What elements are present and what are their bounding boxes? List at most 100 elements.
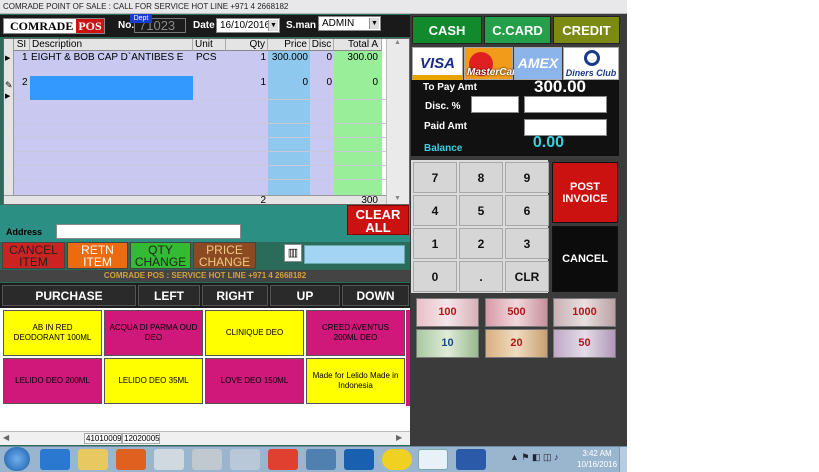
dept-badge[interactable]: Dept — [130, 14, 152, 23]
remote-desktop-icon[interactable] — [306, 449, 336, 470]
header-price: Price — [268, 39, 310, 51]
visa-card-icon[interactable]: VISA — [412, 47, 463, 80]
header-unit: Unit — [193, 39, 226, 51]
salesman-label: S.man — [286, 20, 317, 31]
horizontal-scrollbar[interactable]: ◀ ▶ — [0, 431, 410, 445]
footer-total: 300 — [361, 195, 378, 205]
header-disc: Disc — [310, 39, 334, 51]
cash-button[interactable]: CASH — [412, 16, 482, 44]
mastercard-icon[interactable]: MasterCard — [464, 47, 522, 80]
cancel-button[interactable]: CANCEL — [552, 226, 618, 292]
clock-time: 3:42 AM — [582, 449, 612, 458]
up-button[interactable]: UP — [270, 285, 340, 306]
clear-all-button[interactable]: CLEAR ALL — [347, 205, 409, 235]
note-10[interactable]: 10 — [416, 329, 479, 358]
note-100[interactable]: 100 — [416, 298, 479, 327]
product-button[interactable]: CLINIQUE DEO — [205, 310, 304, 356]
status-code: 41010009 — [84, 433, 122, 444]
status-code: 12020005 — [122, 433, 160, 444]
product-button[interactable]: AB IN RED DEODORANT 100ML — [3, 310, 102, 356]
header-qty: Qty — [226, 39, 268, 51]
left-button[interactable]: LEFT — [138, 285, 200, 306]
clock[interactable]: 3:42 AM 10/16/2016 — [577, 448, 617, 470]
credit-button[interactable]: CREDIT — [553, 16, 620, 44]
purchase-button[interactable]: PURCHASE — [2, 285, 136, 306]
grid-scrollbar[interactable]: ▲ ▼ — [386, 39, 409, 204]
sticky-app-icon[interactable] — [382, 449, 412, 470]
key-0[interactable]: 0 — [413, 261, 457, 292]
app-icon[interactable] — [268, 449, 298, 470]
clock-date: 10/16/2016 — [577, 460, 618, 469]
start-button[interactable] — [4, 447, 30, 471]
grid-footer — [4, 195, 386, 204]
salesman-select[interactable]: ADMIN ▼ — [318, 16, 381, 31]
qty-change-button[interactable]: QTY CHANGE — [130, 242, 191, 269]
scroll-right-icon[interactable]: ▶ — [396, 433, 402, 442]
key-3[interactable]: 3 — [505, 228, 549, 259]
product-button[interactable]: LOVE DEO 150ML — [205, 358, 304, 404]
teamviewer-icon[interactable] — [344, 449, 374, 470]
address-input[interactable] — [56, 224, 241, 239]
key-dot[interactable]: . — [459, 261, 503, 292]
disc-input[interactable] — [471, 96, 519, 113]
key-9[interactable]: 9 — [505, 162, 549, 193]
word-icon[interactable] — [456, 449, 486, 470]
down-button[interactable]: DOWN — [342, 285, 409, 306]
scroll-left-icon[interactable]: ◀ — [3, 433, 9, 442]
show-desktop-button[interactable] — [619, 447, 627, 472]
media-player-icon[interactable] — [116, 449, 146, 470]
scroll-down-icon[interactable]: ▼ — [394, 195, 401, 202]
note-50[interactable]: 50 — [553, 329, 616, 358]
note-20[interactable]: 20 — [485, 329, 548, 358]
tray-icons[interactable]: ▲ ⚑ ◧ ◫ ♪ — [510, 452, 559, 463]
to-pay-value: 300.00 — [534, 77, 586, 96]
date-label: Date — [193, 20, 215, 31]
barcode-icon[interactable]: ▥ — [284, 244, 302, 262]
key-clr[interactable]: CLR — [505, 261, 549, 292]
key-1[interactable]: 1 — [413, 228, 457, 259]
note-500[interactable]: 500 — [485, 298, 548, 327]
notepad-icon[interactable] — [230, 449, 260, 470]
cell-si: 1 — [22, 52, 28, 63]
disc-amount-input[interactable] — [524, 96, 607, 113]
chrome-icon[interactable] — [154, 449, 184, 470]
key-7[interactable]: 7 — [413, 162, 457, 193]
diners-club-icon[interactable]: Diners Club — [563, 47, 619, 80]
footer-qty: 2 — [260, 195, 266, 205]
key-8[interactable]: 8 — [459, 162, 503, 193]
retn-item-button[interactable]: RETN ITEM — [67, 242, 128, 269]
product-button[interactable]: CREED AVENTUS 200ML DEO — [306, 310, 405, 356]
product-button[interactable]: LELIDO DEO 35ML — [104, 358, 203, 404]
app-logo: COMRADE POS — [3, 18, 105, 34]
paid-label: Paid Amt — [424, 121, 467, 132]
items-grid[interactable]: ▶ ✎ ▶ SI Description Unit Qty Price Disc… — [3, 38, 410, 205]
key-5[interactable]: 5 — [459, 195, 503, 226]
note-1000[interactable]: 1000 — [553, 298, 616, 327]
product-button[interactable]: LELIDO DEO 200ML — [3, 358, 102, 404]
scroll-up-icon[interactable]: ▲ — [394, 39, 401, 46]
barcode-input[interactable] — [304, 245, 405, 264]
card-button[interactable]: C.CARD — [484, 16, 551, 44]
to-pay-label: To Pay Amt — [423, 82, 477, 93]
key-6[interactable]: 6 — [505, 195, 549, 226]
cell-total: 300.00 — [347, 52, 378, 63]
date-picker[interactable]: 16/10/2016 ▼ — [216, 18, 280, 33]
product-button[interactable]: ACQUA DI PARMA OUD DEO — [104, 310, 203, 356]
post-invoice-button[interactable]: POST INVOICE — [552, 162, 618, 223]
internet-explorer-icon[interactable] — [40, 449, 70, 470]
product-button[interactable]: Made for Lelido Made in Indonesia — [306, 358, 405, 404]
chevron-down-icon[interactable]: ▼ — [369, 18, 379, 29]
description-edit-cell[interactable] — [30, 76, 193, 100]
price-change-button[interactable]: PRICE CHANGE — [193, 242, 256, 269]
key-4[interactable]: 4 — [413, 195, 457, 226]
logo-text: COMRADE — [10, 19, 74, 33]
chevron-down-icon[interactable]: ▼ — [268, 20, 278, 31]
key-2[interactable]: 2 — [459, 228, 503, 259]
pos-app-icon[interactable] — [418, 449, 448, 470]
right-button[interactable]: RIGHT — [202, 285, 268, 306]
network-tool-icon[interactable] — [192, 449, 222, 470]
amex-card-icon[interactable]: AMEX — [514, 47, 562, 80]
cancel-item-button[interactable]: CANCEL ITEM — [2, 242, 65, 269]
file-explorer-icon[interactable] — [78, 449, 108, 470]
header-si: SI — [14, 39, 30, 51]
